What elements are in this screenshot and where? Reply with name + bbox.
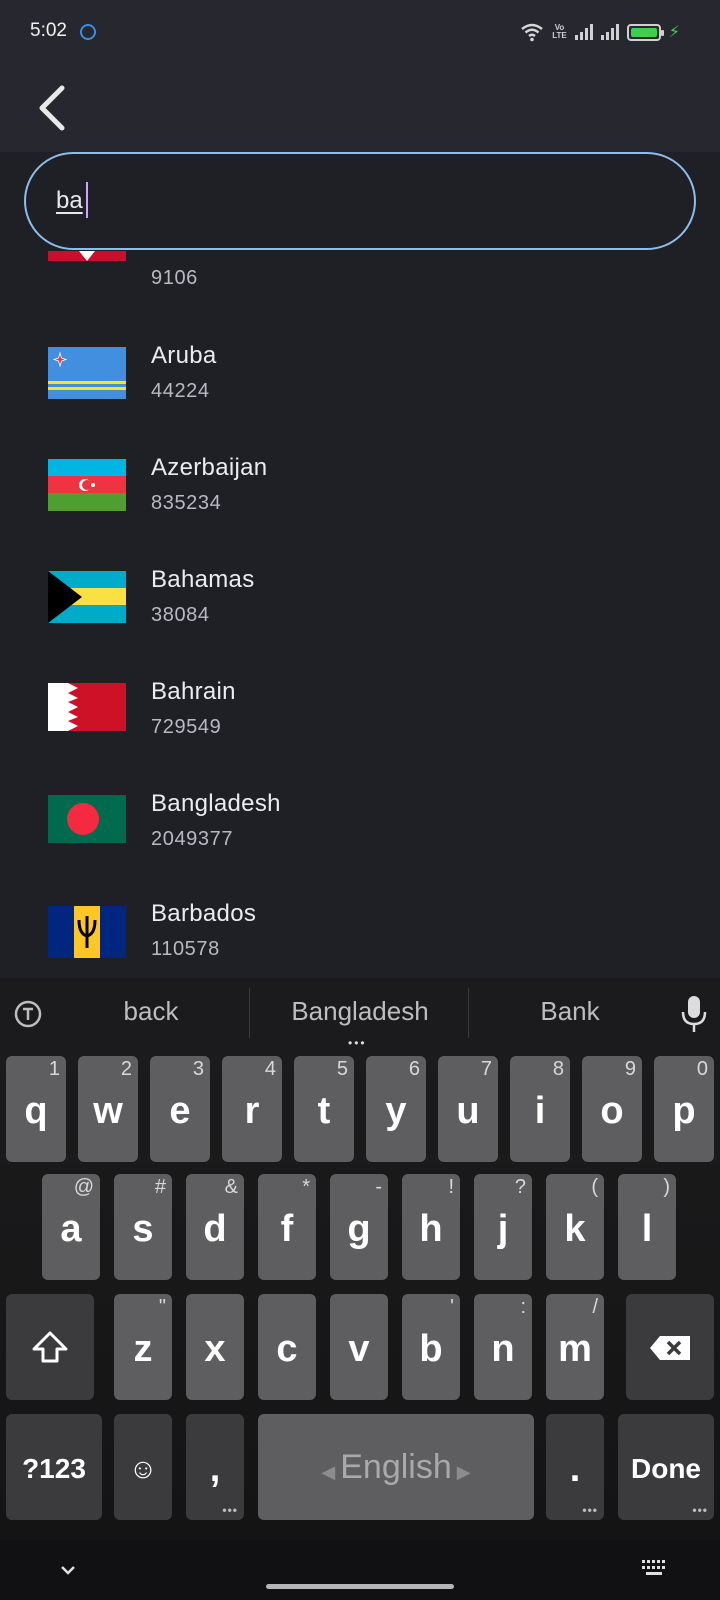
key-j[interactable]: j?: [474, 1174, 532, 1280]
comma-key[interactable]: , •••: [186, 1414, 244, 1520]
key-r[interactable]: r4: [222, 1056, 282, 1162]
home-indicator[interactable]: [266, 1584, 454, 1589]
back-button[interactable]: [28, 80, 84, 136]
barbados-flag-icon: [48, 906, 126, 958]
signal-1-icon: [574, 24, 593, 40]
hide-keyboard-icon[interactable]: [56, 1558, 80, 1582]
keyboard-switch-icon[interactable]: [640, 1558, 668, 1580]
suggestion-divider: [468, 988, 469, 1038]
space-key[interactable]: ◀ English ▶: [258, 1414, 534, 1520]
key-m[interactable]: m /: [546, 1294, 604, 1400]
key-x[interactable]: x: [186, 1294, 244, 1400]
key-k[interactable]: k(: [546, 1174, 604, 1280]
period-key[interactable]: . •••: [546, 1414, 604, 1520]
list-item[interactable]: Bahrain 729549: [0, 658, 720, 770]
list-item[interactable]: Azerbaijan 835234: [0, 434, 720, 546]
country-name: Bangladesh: [151, 790, 281, 817]
backspace-icon: [650, 1336, 690, 1360]
key-y[interactable]: y6: [366, 1056, 426, 1162]
chevron-left-icon: [39, 85, 65, 131]
list-item[interactable]: Bangladesh 2049377: [0, 770, 720, 882]
list-item[interactable]: 9106: [0, 250, 720, 289]
country-count: 110578: [151, 938, 220, 960]
notification-icon: [80, 24, 96, 40]
key-c[interactable]: c: [258, 1294, 316, 1400]
navigation-bar: [0, 1540, 720, 1600]
suggestion-strip: back Bangladesh ••• Bank: [0, 978, 720, 1050]
more-suggestions-icon[interactable]: •••: [348, 1036, 367, 1050]
key-q[interactable]: q1: [6, 1056, 66, 1162]
key-u[interactable]: u7: [438, 1056, 498, 1162]
backspace-key[interactable]: [626, 1294, 714, 1400]
done-key[interactable]: Done •••: [618, 1414, 714, 1520]
key-b[interactable]: b ': [402, 1294, 460, 1400]
app-bar: [0, 64, 720, 152]
key-v[interactable]: v: [330, 1294, 388, 1400]
suggestion-divider: [249, 988, 250, 1038]
country-count: 9106: [151, 267, 198, 289]
country-count: 2049377: [151, 828, 234, 850]
key-n[interactable]: n:: [474, 1294, 532, 1400]
country-name: Bahamas: [151, 566, 255, 593]
shift-icon: [32, 1331, 68, 1363]
symbols-key[interactable]: ?123: [6, 1414, 102, 1520]
key-s[interactable]: s #: [114, 1174, 172, 1280]
soft-keyboard: back Bangladesh ••• Bank q1 w2 e3 r4 t5 …: [0, 978, 720, 1540]
bangladesh-flag-icon: [48, 795, 126, 843]
search-input[interactable]: ba: [24, 152, 696, 250]
country-name: Bahrain: [151, 678, 236, 705]
status-icons: Vo LTE ⚡: [520, 18, 680, 46]
charging-icon: ⚡: [668, 24, 680, 41]
country-name: Barbados: [151, 900, 257, 927]
key-h[interactable]: h!: [402, 1174, 460, 1280]
aruba-flag-icon: [48, 347, 126, 399]
partial-red-flag-icon: [48, 250, 126, 261]
key-p[interactable]: p0: [654, 1056, 714, 1162]
wifi-icon: [521, 23, 544, 42]
key-d[interactable]: d &: [186, 1174, 244, 1280]
country-count: 729549: [151, 716, 222, 738]
status-bar: 5:02 Vo LTE ⚡: [0, 0, 720, 64]
country-list[interactable]: 9106 Aruba 44224 Azerbaijan 835234 Baham…: [0, 250, 720, 978]
key-f[interactable]: f *: [258, 1174, 316, 1280]
shift-key[interactable]: [6, 1294, 94, 1400]
key-i[interactable]: i8: [510, 1056, 570, 1162]
country-name: Aruba: [151, 342, 217, 369]
country-count: 835234: [151, 492, 222, 514]
azerbaijan-flag-icon: [48, 459, 126, 511]
bahrain-flag-icon: [48, 683, 126, 731]
list-item[interactable]: Aruba 44224: [0, 322, 720, 434]
suggestion-1[interactable]: back: [76, 996, 226, 1027]
clipboard-icon[interactable]: [12, 998, 44, 1030]
key-w[interactable]: w2: [78, 1056, 138, 1162]
emoji-key[interactable]: ☺: [114, 1414, 172, 1520]
key-t[interactable]: t5: [294, 1056, 354, 1162]
key-z[interactable]: z ": [114, 1294, 172, 1400]
key-g[interactable]: g-: [330, 1174, 388, 1280]
list-item[interactable]: Barbados 110578: [0, 882, 720, 978]
country-count: 44224: [151, 380, 210, 402]
suggestion-2[interactable]: Bangladesh: [260, 996, 460, 1027]
key-l[interactable]: l): [618, 1174, 676, 1280]
list-item[interactable]: Bahamas 38084: [0, 546, 720, 658]
key-o[interactable]: o9: [582, 1056, 642, 1162]
suggestion-3[interactable]: Bank: [500, 996, 640, 1027]
key-a[interactable]: a @: [42, 1174, 100, 1280]
signal-2-icon: [600, 24, 619, 40]
volte-icon: Vo LTE: [552, 23, 567, 40]
country-name: Azerbaijan: [151, 454, 268, 481]
search-text: ba: [56, 187, 83, 214]
bahamas-flag-icon: [48, 571, 126, 623]
microphone-icon[interactable]: [680, 994, 708, 1034]
status-time: 5:02: [30, 20, 67, 41]
key-e[interactable]: e3: [150, 1056, 210, 1162]
text-caret: [86, 182, 88, 218]
battery-icon: [626, 23, 664, 41]
country-count: 38084: [151, 604, 210, 626]
